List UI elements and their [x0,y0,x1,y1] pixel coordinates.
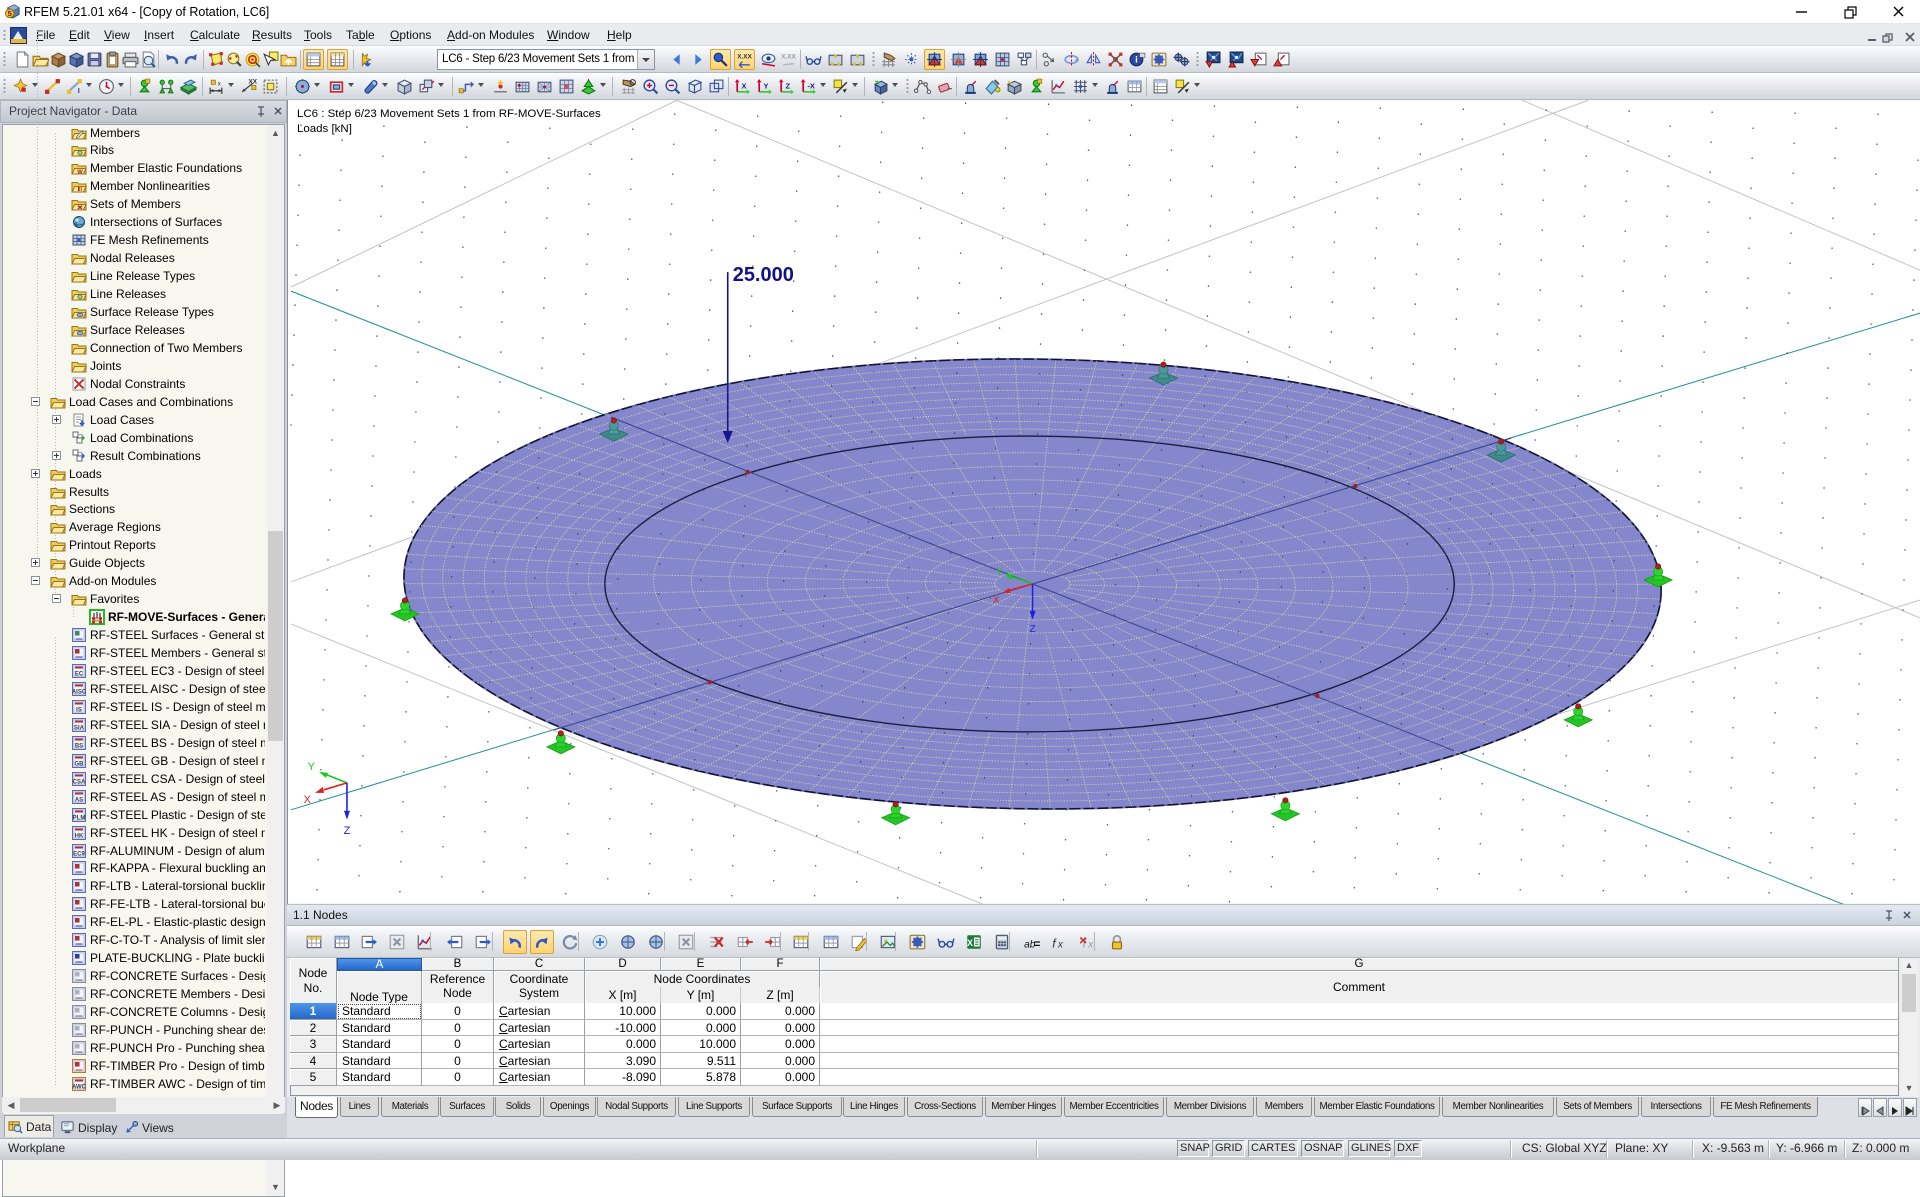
svg-text:X.XX: X.XX [781,53,796,60]
svg-text:Z: Z [785,82,790,91]
svg-text:XX: XX [249,78,258,85]
svg-text:ab: ab [1024,940,1036,951]
svg-text:Y: Y [308,761,316,773]
svg-text:AISC: AISC [72,689,87,695]
svg-text:Y: Y [763,82,768,91]
svg-text:X: X [967,938,973,948]
svg-text:x: x [1057,940,1064,951]
svg-text:EC: EC [75,672,84,678]
svg-text:w: w [76,169,83,176]
svg-text:PLM: PLM [73,815,86,821]
svg-text:Z: Z [1029,624,1035,635]
svg-text:EC9: EC9 [73,851,85,857]
svg-text:SIA: SIA [74,725,85,731]
svg-text:x: x [218,80,222,87]
svg-text:GB: GB [75,761,85,767]
svg-text:AWC: AWC [72,1084,87,1090]
svg-text:I: I [78,86,80,95]
svg-text:BS: BS [75,743,83,749]
svg-text:i: i [1135,55,1138,66]
svg-text:X: X [304,794,312,806]
svg-text:CSA: CSA [73,779,86,785]
svg-text:5: 5 [8,9,12,18]
svg-text:-X: -X [807,82,814,91]
svg-text:Loads [kN]: Loads [kN] [297,123,352,135]
svg-text:LC6 : Step 6/23 Movement Sets: LC6 : Step 6/23 Movement Sets 1 from RF-… [297,108,601,120]
svg-text:X: X [993,595,1000,606]
svg-text:Y: Y [996,567,1003,578]
svg-text:X.XX: X.XX [737,53,752,60]
svg-text:Z: Z [344,825,351,837]
svg-text:IS: IS [76,707,82,713]
svg-text:X: X [741,82,746,91]
svg-text:HK: HK [75,833,84,839]
svg-text:25.000: 25.000 [733,264,794,286]
svg-text:f: f [1052,937,1057,951]
svg-text:AS: AS [75,797,83,803]
